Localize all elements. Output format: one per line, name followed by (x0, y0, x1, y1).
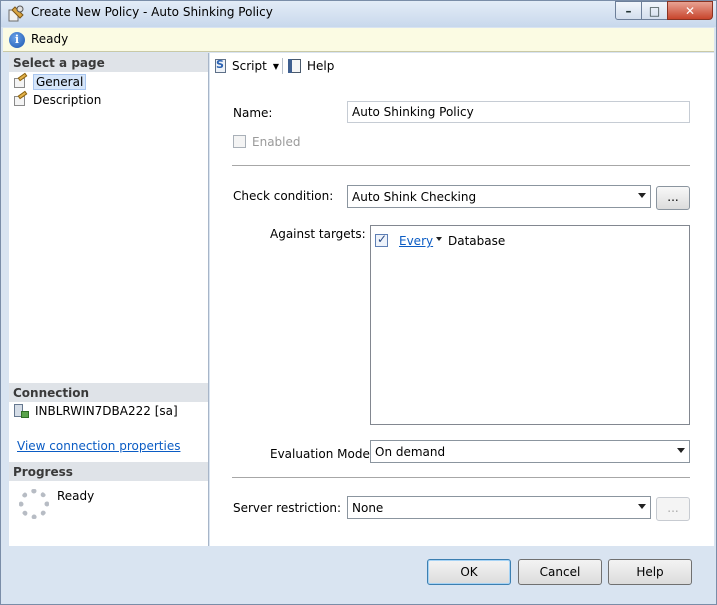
page-item-general[interactable]: General (13, 72, 87, 91)
help-button[interactable]: Help (608, 559, 692, 585)
enabled-checkbox[interactable] (233, 135, 246, 148)
page-edit-icon (13, 90, 28, 107)
script-icon: S (213, 58, 229, 74)
help-book-icon (287, 58, 303, 74)
ok-button[interactable]: OK (427, 559, 511, 585)
maximize-button[interactable]: □ (641, 1, 668, 20)
evaluation-mode-select[interactable]: On demand (370, 440, 690, 463)
chevron-down-icon (677, 448, 685, 453)
info-icon: i (9, 32, 25, 48)
check-condition-select[interactable]: Auto Shink Checking (347, 185, 651, 208)
progress-text: Ready (57, 489, 95, 503)
chevron-down-icon (638, 193, 646, 198)
progress-header: Progress (9, 462, 208, 481)
server-icon (13, 403, 29, 419)
check-condition-value: Auto Shink Checking (352, 190, 477, 204)
evaluation-mode-value: On demand (375, 445, 446, 459)
target-object: Database (448, 234, 506, 248)
title-bar[interactable]: Create New Policy - Auto Shinking Policy… (1, 1, 716, 27)
chevron-down-icon (638, 504, 646, 509)
server-restriction-value: None (352, 501, 384, 515)
target-scope-link[interactable]: Every (399, 234, 433, 248)
chevron-down-icon[interactable] (436, 237, 442, 241)
view-connection-properties-link[interactable]: View connection properties (17, 439, 180, 453)
window-title: Create New Policy - Auto Shinking Policy (31, 5, 273, 19)
name-label: Name: (233, 106, 273, 120)
minimize-icon: – (625, 4, 632, 18)
page-item-description[interactable]: Description (13, 90, 102, 109)
connection-header: Connection (9, 383, 208, 402)
select-page-header: Select a page (9, 53, 208, 72)
maximize-icon: □ (648, 4, 661, 18)
name-field[interactable] (347, 101, 690, 123)
page-item-label: Description (33, 93, 102, 107)
check-condition-label: Check condition: (233, 189, 334, 203)
policy-dialog: Create New Policy - Auto Shinking Policy… (0, 0, 717, 605)
minimize-button[interactable]: – (615, 1, 642, 20)
target-checkbox[interactable] (375, 232, 388, 247)
window-controls: – □ ✕ (615, 1, 713, 21)
server-name: INBLRWIN7DBA222 [sa] (35, 404, 178, 418)
evaluation-mode-label: Evaluation Mode: (270, 447, 374, 461)
server-restriction-label: Server restriction: (233, 501, 342, 515)
server-restriction-select[interactable]: None (347, 496, 651, 519)
toolbar: S Script ▼ Help (210, 53, 714, 79)
status-text: Ready (31, 32, 69, 46)
help-toolbar-label: Help (307, 59, 335, 73)
targets-list[interactable]: Every Database (370, 225, 690, 425)
server-restriction-browse-button[interactable]: ... (656, 497, 690, 521)
divider (232, 165, 690, 166)
status-bar: i Ready (3, 28, 714, 52)
page-item-label: General (33, 74, 87, 90)
toolbar-separator (282, 58, 283, 74)
close-button[interactable]: ✕ (667, 1, 713, 20)
check-condition-browse-button[interactable]: ... (656, 186, 690, 210)
progress-spinner-icon (19, 489, 49, 519)
script-button[interactable]: S Script ▼ (213, 57, 279, 75)
main-panel: S Script ▼ Help Name: Enabled Check cond… (210, 53, 714, 546)
connection-server: INBLRWIN7DBA222 [sa] (13, 403, 178, 419)
help-toolbar-button[interactable]: Help (287, 57, 334, 75)
page-edit-icon (13, 72, 28, 89)
enabled-label: Enabled (252, 135, 301, 149)
against-targets-label: Against targets: (270, 227, 366, 241)
divider (232, 477, 690, 478)
chevron-down-icon: ▼ (272, 61, 279, 71)
script-label: Script (232, 59, 267, 73)
cancel-button[interactable]: Cancel (518, 559, 602, 585)
close-icon: ✕ (684, 4, 696, 18)
left-panel: Select a page General Description Connec… (9, 53, 209, 546)
policy-icon (8, 5, 24, 22)
